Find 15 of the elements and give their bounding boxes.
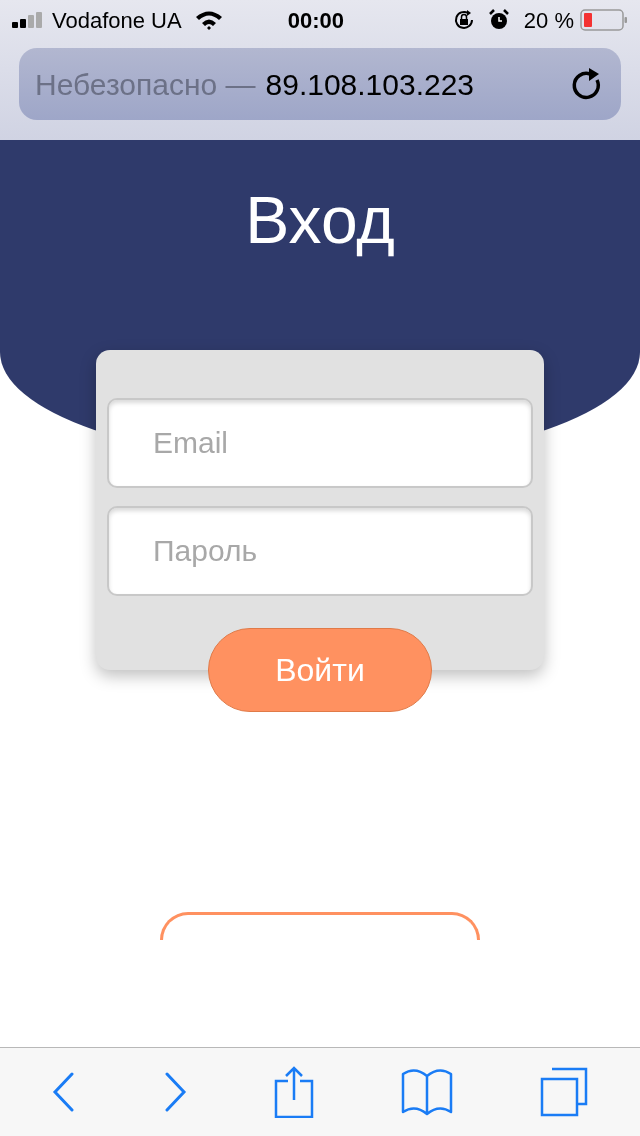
carrier-name: Vodafone UA (52, 6, 182, 35)
battery-icon (580, 9, 628, 31)
input-field[interactable]: Email (107, 398, 533, 488)
alarm-icon (487, 9, 510, 31)
battery-percentage: 20 % (523, 6, 574, 35)
address-bar[interactable]: Небезопасно — 89.108.103.223 (19, 48, 621, 120)
share-icon[interactable] (273, 1066, 314, 1118)
clock-time: 00:00 (287, 6, 344, 35)
security-label: Небезопасно — (35, 66, 256, 103)
bookmarks-icon[interactable] (401, 1068, 454, 1116)
url-text: 89.108.103.223 (265, 66, 475, 103)
back-icon[interactable] (51, 1072, 76, 1112)
input-field[interactable]: Пароль (107, 506, 533, 596)
page-title: Вход (245, 182, 395, 259)
tabs-icon[interactable] (540, 1067, 589, 1117)
